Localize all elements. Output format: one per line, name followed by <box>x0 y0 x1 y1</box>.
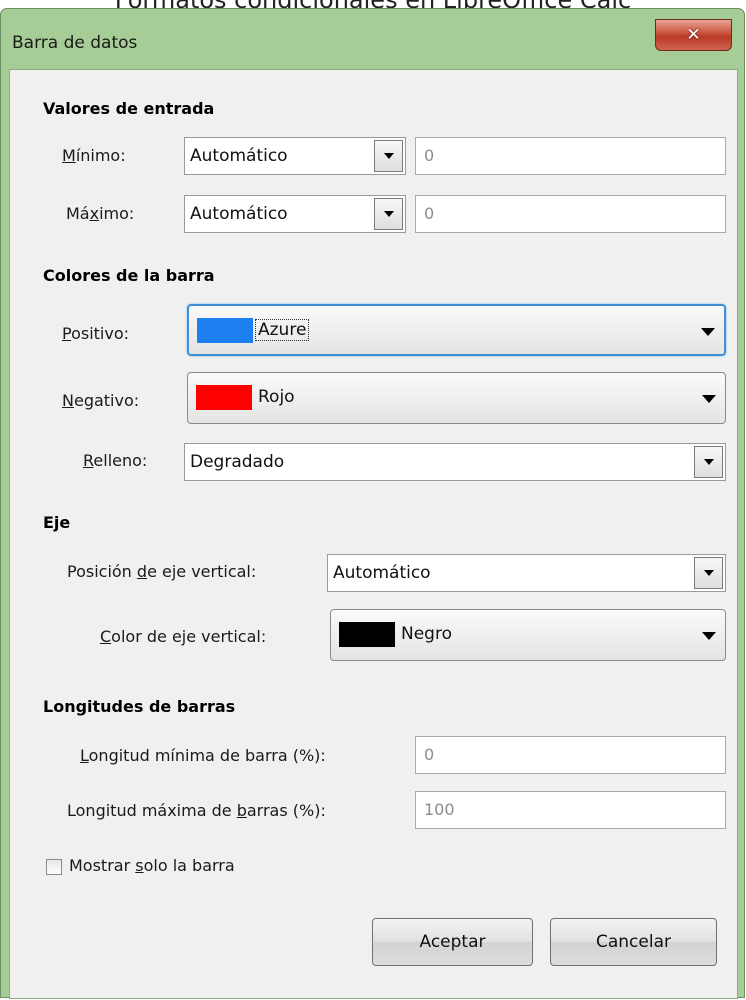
fill-label: Relleno: <box>83 451 148 470</box>
dialog-title: Barra de datos <box>12 33 138 53</box>
chevron-down-icon <box>703 459 714 465</box>
section-heading-bar-lengths: Longitudes de barras <box>43 697 236 716</box>
minimum-value: 0 <box>424 146 435 165</box>
negative-color-name: Rojo <box>258 387 295 407</box>
ok-button[interactable]: Aceptar <box>372 918 533 966</box>
chevron-down-icon <box>701 328 715 336</box>
chevron-down-icon <box>383 211 394 217</box>
fill-combo[interactable]: Degradado <box>184 443 726 481</box>
negative-label: Negativo: <box>62 391 140 410</box>
max-length-value: 100 <box>424 800 455 819</box>
dialog-body: Valores de entrada Mínimo: Automático 0 … <box>9 69 738 999</box>
axis-color-label: Color de eje vertical: <box>100 627 267 646</box>
section-heading-axis: Eje <box>43 513 71 532</box>
close-icon: ✕ <box>686 25 701 45</box>
show-only-bar-checkbox[interactable] <box>46 859 62 875</box>
axis-position-value: Automático <box>333 563 431 583</box>
negative-color-listbox[interactable]: Rojo <box>187 372 726 424</box>
axis-color-swatch <box>339 622 395 647</box>
axis-position-label: Posición de eje vertical: <box>67 562 257 581</box>
max-length-label: Longitud máxima de barras (%): <box>67 801 326 820</box>
maximum-label: Máximo: <box>66 204 135 223</box>
positive-color-swatch <box>197 318 253 343</box>
axis-color-name: Negro <box>401 624 452 644</box>
fill-dropdown-button[interactable] <box>694 446 723 478</box>
minimum-type-dropdown-button[interactable] <box>374 140 403 172</box>
close-button[interactable]: ✕ <box>655 19 732 51</box>
maximum-value: 0 <box>424 204 435 223</box>
chevron-down-icon <box>702 395 716 403</box>
chevron-down-icon <box>702 632 716 640</box>
chevron-down-icon <box>703 570 714 576</box>
maximum-type-value: Automático <box>190 204 288 224</box>
positive-color-name: Azure <box>254 319 310 341</box>
max-length-field[interactable]: 100 <box>415 791 726 829</box>
positive-color-listbox[interactable]: Azure <box>187 304 726 356</box>
axis-position-dropdown-button[interactable] <box>694 557 723 589</box>
chevron-down-icon <box>383 153 394 159</box>
minimum-label: Mínimo: <box>62 146 126 165</box>
min-length-value: 0 <box>424 745 435 764</box>
minimum-value-field[interactable]: 0 <box>415 137 726 175</box>
negative-color-swatch <box>196 385 252 410</box>
min-length-field[interactable]: 0 <box>415 736 726 774</box>
minimum-type-combo[interactable]: Automático <box>184 137 406 175</box>
axis-color-listbox[interactable]: Negro <box>330 609 726 661</box>
maximum-type-combo[interactable]: Automático <box>184 195 406 233</box>
section-heading-input-values: Valores de entrada <box>43 99 215 118</box>
cancel-button[interactable]: Cancelar <box>550 918 717 966</box>
dialog-window: Barra de datos ✕ Valores de entrada Míni… <box>0 8 745 999</box>
fill-value: Degradado <box>190 452 285 472</box>
section-heading-bar-colors: Colores de la barra <box>43 266 215 285</box>
axis-position-combo[interactable]: Automático <box>327 554 726 592</box>
maximum-type-dropdown-button[interactable] <box>374 198 403 230</box>
min-length-label: Longitud mínima de barra (%): <box>80 746 326 765</box>
positive-label: Positivo: <box>62 324 130 343</box>
maximum-value-field[interactable]: 0 <box>415 195 726 233</box>
minimum-type-value: Automático <box>190 146 288 166</box>
show-only-bar-label[interactable]: Mostrar solo la barra <box>69 856 235 875</box>
